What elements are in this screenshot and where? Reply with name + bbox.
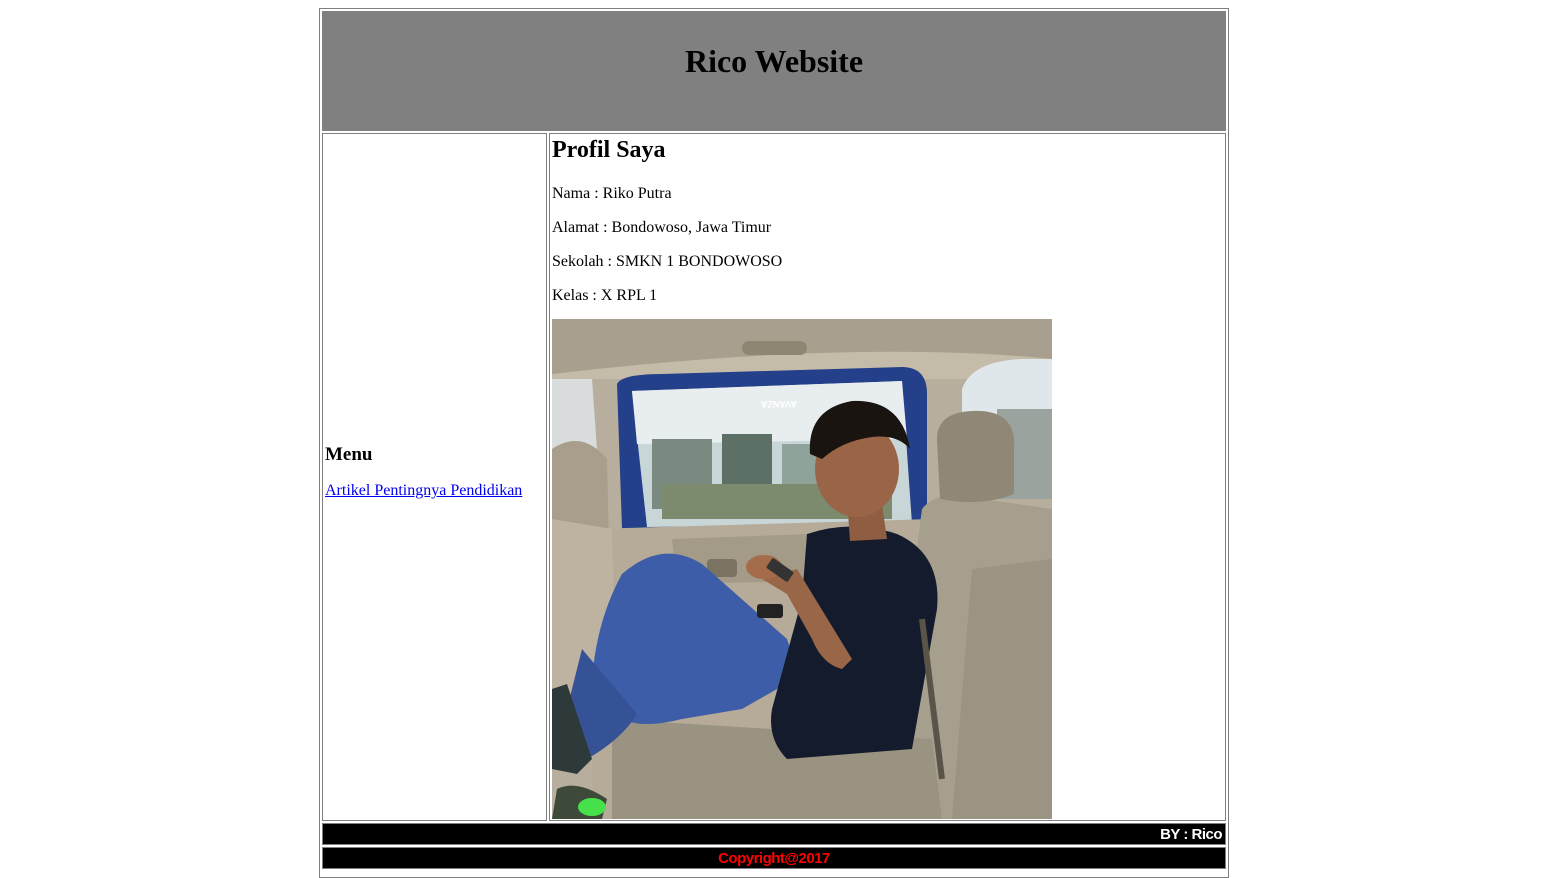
footer-by-text: BY : Rico: [1160, 826, 1222, 843]
svg-text:AVANZA: AVANZA: [760, 399, 797, 409]
sidebar-menu: Menu Artikel Pentingnya Pendidikan: [322, 133, 547, 821]
profile-sekolah: Sekolah : SMKN 1 BONDOWOSO: [552, 253, 783, 270]
page-frame: Rico Website Menu Artikel Pentingnya Pen…: [319, 8, 1229, 878]
profile-kelas: Kelas : X RPL 1: [552, 287, 658, 304]
profile-nama: Nama : Riko Putra: [552, 185, 672, 202]
menu-heading: Menu: [325, 444, 373, 465]
footer-by-bar: BY : Rico: [322, 823, 1226, 845]
profile-heading: Profil Saya: [552, 137, 666, 163]
site-header: Rico Website: [322, 11, 1226, 131]
menu-link-artikel[interactable]: Artikel Pentingnya Pendidikan: [325, 482, 522, 499]
profile-content: Profil Saya Nama : Riko Putra Alamat : B…: [549, 133, 1226, 821]
footer-copyright-bar: Copyright@2017: [322, 847, 1226, 869]
profile-alamat: Alamat : Bondowoso, Jawa Timur: [552, 219, 772, 236]
footer-copyright-text: Copyright@2017: [718, 850, 830, 867]
site-title: Rico Website: [684, 42, 864, 79]
profile-photo: AVANZA: [552, 319, 1052, 819]
